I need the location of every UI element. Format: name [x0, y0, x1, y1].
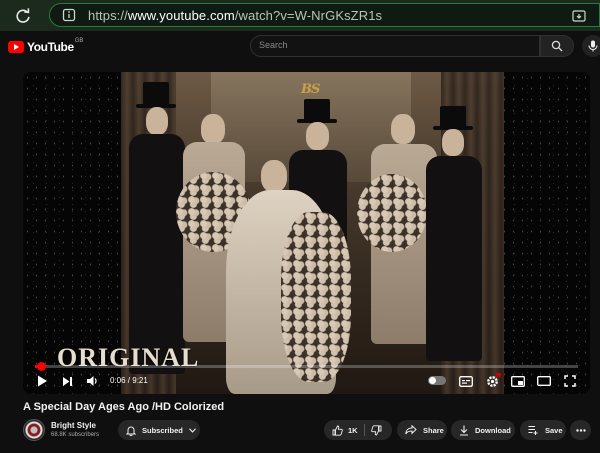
- face: [146, 107, 168, 135]
- browser-toolbar: https://www.youtube.com/watch?v=W-NrGKsZ…: [0, 0, 600, 31]
- save-to-playlist-icon: [528, 425, 538, 435]
- autoplay-toggle[interactable]: [428, 376, 446, 385]
- face: [201, 114, 225, 144]
- channel-avatar[interactable]: [23, 419, 45, 441]
- top-hat: [143, 82, 169, 106]
- divider: [363, 424, 365, 436]
- reload-icon[interactable]: [12, 5, 34, 27]
- more-actions-button[interactable]: [570, 420, 591, 440]
- search-icon: [551, 40, 563, 52]
- volume-icon: [86, 376, 97, 386]
- address-bar[interactable]: https://www.youtube.com/watch?v=W-NrGKsZ…: [49, 3, 600, 27]
- voice-search-button[interactable]: [582, 35, 600, 57]
- more-horizontal-icon: [575, 428, 586, 432]
- subtitles-icon: [459, 375, 473, 387]
- progress-bar[interactable]: [35, 362, 578, 371]
- theater-mode-button[interactable]: [535, 372, 553, 390]
- youtube-header: YouTube GB Search: [0, 31, 600, 63]
- video-player[interactable]: BS ORIGINAL 0:06 / 9:21: [23, 72, 590, 394]
- original-watermark: ORIGINAL: [57, 343, 200, 372]
- top-hat: [440, 106, 466, 128]
- channel-name[interactable]: Bright Style: [51, 421, 96, 430]
- bell-icon: [126, 426, 136, 436]
- save-button[interactable]: Save: [520, 420, 566, 440]
- share-button[interactable]: Share: [397, 420, 447, 440]
- theater-icon: [537, 376, 551, 386]
- search-input[interactable]: Search: [250, 35, 540, 57]
- face: [442, 129, 464, 156]
- settings-button[interactable]: [483, 372, 501, 390]
- download-button[interactable]: Download: [451, 420, 515, 440]
- thumbs-up-icon: [332, 425, 343, 436]
- url-text: https://www.youtube.com/watch?v=W-NrGKsZ…: [88, 8, 383, 23]
- youtube-logo[interactable]: YouTube GB: [8, 38, 83, 56]
- subscriber-count: 68.8K subscribers: [51, 432, 100, 438]
- fullscreen-button[interactable]: [561, 372, 579, 390]
- chevron-down-icon: [188, 427, 196, 433]
- next-button[interactable]: [58, 372, 76, 390]
- subscribed-label: Subscribed: [142, 425, 183, 435]
- coat: [426, 156, 482, 361]
- bouquet: [357, 174, 427, 252]
- face: [391, 114, 415, 144]
- face: [306, 122, 329, 150]
- hd-badge: [496, 373, 501, 377]
- bride-bouquet: [281, 212, 351, 382]
- search-button[interactable]: [540, 35, 574, 57]
- subtitles-button[interactable]: [457, 372, 475, 390]
- time-display: 0:06 / 9:21: [110, 376, 148, 385]
- like-dislike-group: 1K: [324, 420, 392, 440]
- miniplayer-button[interactable]: [509, 372, 527, 390]
- bride-face: [261, 160, 287, 192]
- subscribed-button[interactable]: Subscribed: [118, 420, 200, 440]
- youtube-play-icon: [8, 41, 24, 53]
- video-title: A Special Day Ages Ago /HD Colorized: [23, 401, 225, 413]
- volume-button[interactable]: [83, 372, 101, 390]
- top-hat: [304, 99, 330, 121]
- app-available-icon[interactable]: [571, 8, 587, 24]
- channel-watermark-logo: BS: [301, 82, 320, 97]
- search-placeholder: Search: [259, 40, 288, 50]
- share-icon: [405, 425, 417, 435]
- play-icon: [37, 375, 47, 387]
- like-button[interactable]: 1K: [332, 425, 358, 436]
- next-icon: [62, 376, 72, 386]
- save-label: Save: [545, 425, 563, 435]
- microphone-icon: [588, 40, 598, 52]
- logo-text: YouTube: [27, 40, 74, 54]
- download-label: Download: [475, 425, 511, 435]
- play-button[interactable]: [33, 372, 51, 390]
- dislike-button[interactable]: [370, 424, 382, 436]
- share-label: Share: [423, 425, 444, 435]
- duration: 9:21: [132, 376, 148, 385]
- like-count: 1K: [348, 425, 358, 435]
- site-info-icon[interactable]: [62, 8, 76, 22]
- current-time: 0:06: [110, 376, 126, 385]
- coat: [129, 134, 185, 374]
- thumbs-down-icon: [370, 424, 382, 435]
- player-controls: 0:06 / 9:21: [23, 370, 590, 394]
- miniplayer-icon: [511, 375, 525, 387]
- download-icon: [460, 425, 468, 436]
- region-code: GB: [74, 38, 84, 44]
- fullscreen-icon: [564, 375, 576, 387]
